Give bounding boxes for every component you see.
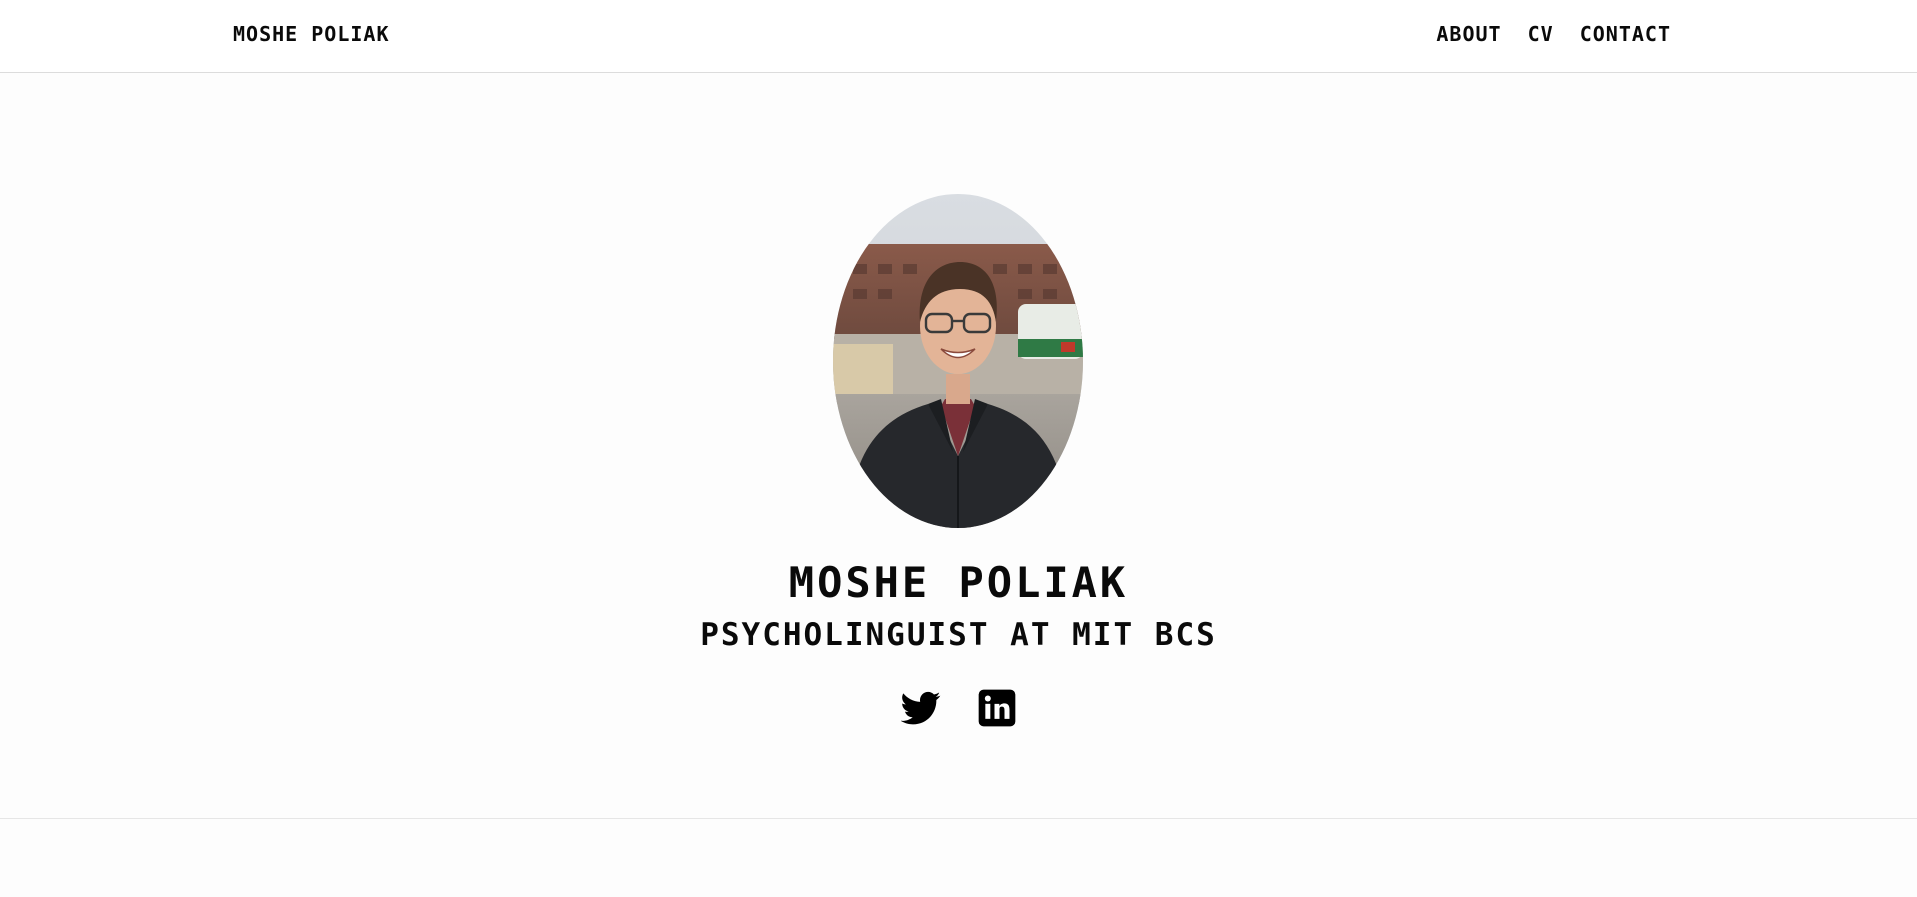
hero-section: MOSHE POLIAK PSYCHOLINGUIST AT MIT BCS bbox=[0, 74, 1917, 819]
top-nav-bar: MOSHE POLIAK ABOUT CV CONTACT bbox=[0, 0, 1917, 73]
profile-photo-illustration bbox=[833, 194, 1083, 528]
nav-link-contact[interactable]: CONTACT bbox=[1580, 22, 1671, 46]
twitter-link[interactable] bbox=[900, 688, 941, 728]
linkedin-link[interactable] bbox=[977, 688, 1017, 728]
nav-link-about[interactable]: ABOUT bbox=[1436, 22, 1501, 46]
main-nav: ABOUT CV CONTACT bbox=[1436, 22, 1671, 46]
social-links bbox=[0, 688, 1917, 728]
profile-name: MOSHE POLIAK bbox=[788, 558, 1129, 607]
nav-link-cv[interactable]: CV bbox=[1528, 22, 1554, 46]
linkedin-icon bbox=[978, 689, 1015, 727]
profile-title: PSYCHOLINGUIST AT MIT BCS bbox=[700, 617, 1217, 653]
site-brand-link[interactable]: MOSHE POLIAK bbox=[233, 22, 390, 46]
profile-photo bbox=[833, 194, 1083, 528]
twitter-icon bbox=[900, 691, 940, 725]
